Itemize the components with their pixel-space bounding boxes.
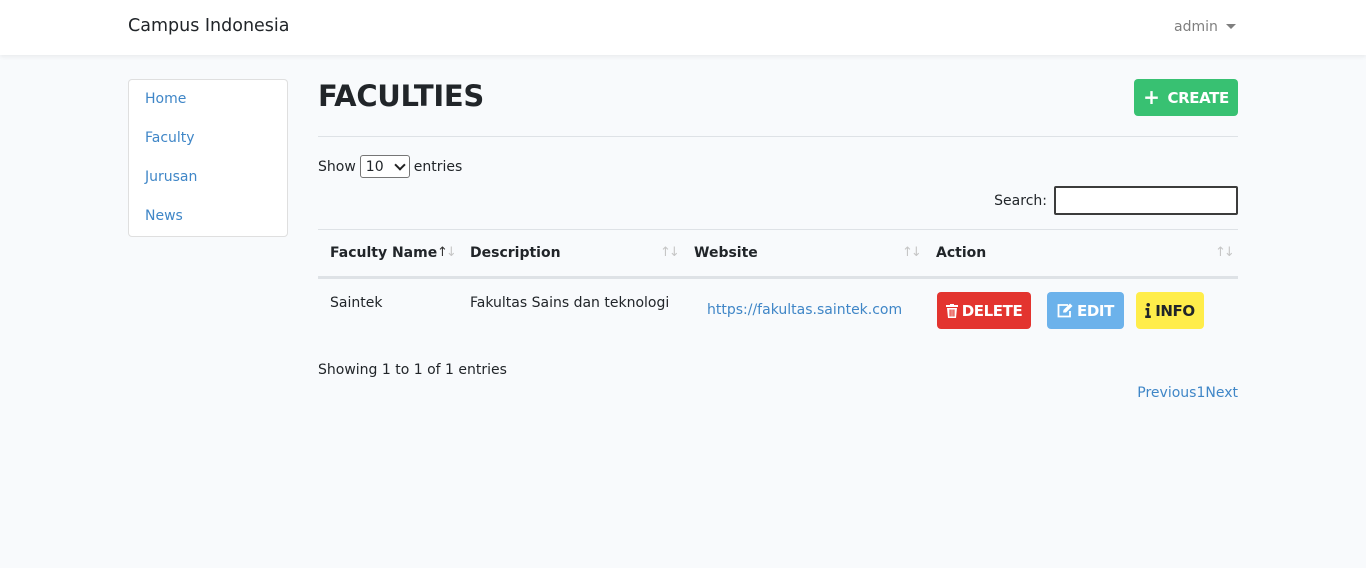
divider	[318, 136, 1238, 137]
caret-down-icon	[1225, 23, 1236, 29]
sort-arrows-icon[interactable]: ↑↓	[660, 245, 680, 260]
user-name: admin	[1174, 19, 1218, 35]
sidebar-item-jurusan[interactable]: Jurusan	[145, 169, 197, 185]
edit-label: EDIT	[1077, 301, 1114, 320]
edit-icon	[1057, 303, 1073, 318]
sort-arrows-icon[interactable]: ↑↓	[1215, 245, 1235, 260]
website-link[interactable]: https://fakultas.saintek.com	[707, 302, 902, 318]
sort-arrows-icon[interactable]: ↑↓	[437, 245, 457, 260]
pagination-next[interactable]: Next	[1205, 385, 1238, 401]
sort-arrows-icon[interactable]: ↑↓	[902, 245, 922, 260]
top-navbar: Campus Indonesia admin	[0, 0, 1366, 55]
edit-button[interactable]: EDIT	[1047, 292, 1124, 329]
pagination-page-1[interactable]: 1	[1196, 385, 1205, 401]
page-title: FACULTIES	[318, 79, 485, 113]
create-label: CREATE	[1167, 88, 1230, 107]
search-label: Search:	[994, 192, 1047, 209]
page-length-control: Show 10 entries	[318, 155, 462, 178]
pagination-previous[interactable]: Previous	[1137, 385, 1196, 401]
column-header-action[interactable]: Action	[936, 245, 986, 261]
info-button[interactable]: INFO	[1136, 292, 1204, 329]
sidebar-nav: Home Faculty Jurusan News	[128, 79, 288, 237]
info-label: INFO	[1155, 301, 1195, 320]
sidebar-item-faculty[interactable]: Faculty	[145, 130, 195, 146]
delete-label: DELETE	[961, 301, 1023, 320]
description-cell: Fakultas Sains dan teknologi	[470, 295, 670, 311]
brand-link[interactable]: Campus Indonesia	[128, 16, 290, 36]
plus-icon: +	[1143, 84, 1160, 109]
delete-button[interactable]: DELETE	[937, 292, 1031, 329]
column-header-description[interactable]: Description	[470, 245, 561, 261]
column-header-faculty-name[interactable]: Faculty Name	[330, 245, 437, 261]
show-label: Show	[318, 158, 356, 175]
column-header-website[interactable]: Website	[694, 245, 758, 261]
chevron-down-icon	[394, 158, 406, 171]
page-length-value: 10	[365, 158, 384, 175]
search-control: Search:	[994, 186, 1238, 215]
create-button[interactable]: + CREATE	[1134, 79, 1238, 116]
page-length-select[interactable]: 10	[359, 155, 410, 178]
faculty-name-cell: Saintek	[330, 295, 383, 311]
sidebar-item-home[interactable]: Home	[145, 91, 186, 107]
pagination: Previous 1 Next	[1137, 385, 1238, 401]
table-header-border	[318, 229, 1238, 230]
trash-icon	[945, 303, 958, 318]
table-info: Showing 1 to 1 of 1 entries	[318, 362, 507, 378]
search-input[interactable]	[1054, 186, 1238, 215]
sidebar-item-news[interactable]: News	[145, 208, 183, 224]
table-header-border	[318, 276, 1238, 279]
entries-label: entries	[413, 158, 463, 175]
user-menu-toggle[interactable]: admin	[1174, 19, 1236, 35]
info-icon	[1145, 303, 1152, 318]
